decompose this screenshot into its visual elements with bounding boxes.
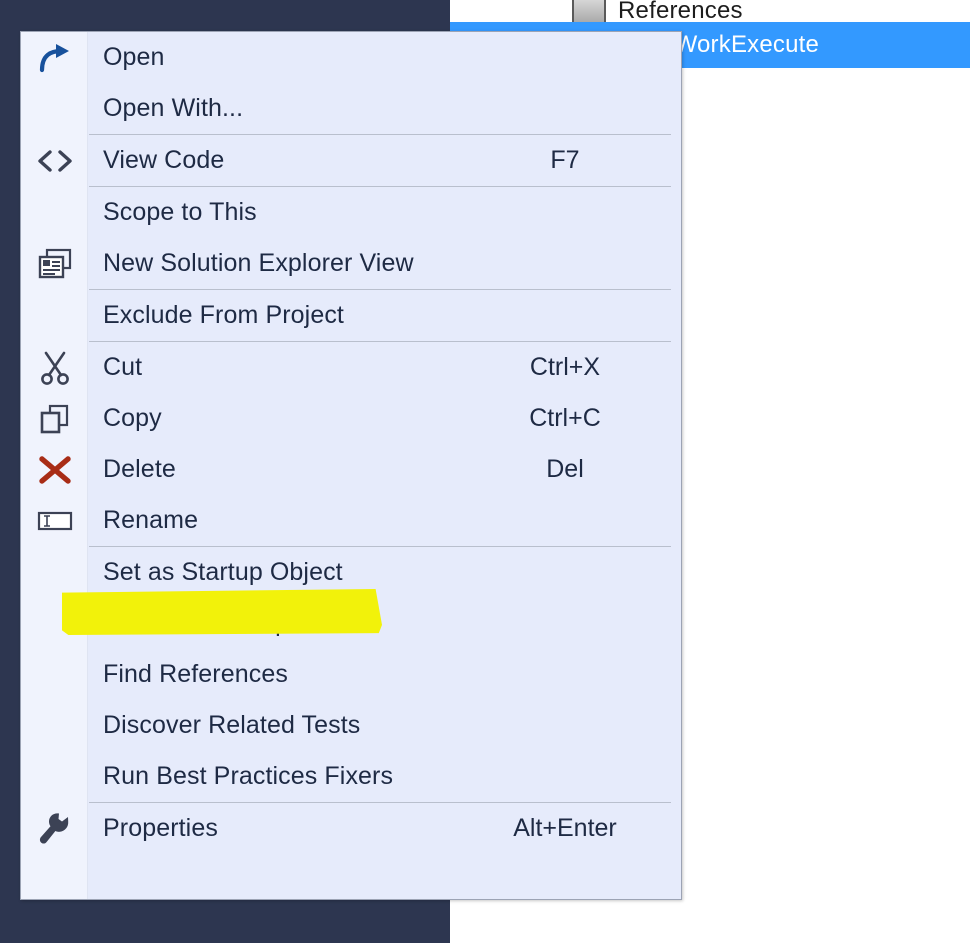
menu-item-label: Discover Related Tests: [103, 711, 361, 739]
menu-item-open-with[interactable]: Open With...: [21, 83, 681, 134]
menu-item-label: New Solution Explorer View: [103, 249, 414, 277]
menu-item-label: Open With...: [103, 94, 244, 122]
menu-item-shortcut: Del: [546, 455, 584, 483]
new-view-icon: [35, 244, 75, 284]
delete-x-icon: [35, 450, 75, 490]
menu-item-label: Scope to This: [103, 198, 257, 226]
menu-item-label: View Code: [103, 146, 225, 174]
menu-item-rename[interactable]: Rename: [21, 495, 681, 546]
menu-item-scope-to-this[interactable]: Scope to This: [21, 187, 681, 238]
menu-item-shortcut: Ctrl+C: [529, 404, 601, 432]
menu-item-delete[interactable]: Delete Del: [21, 444, 681, 495]
menu-item-label: Cut: [103, 353, 143, 381]
menu-item-label: Delete: [103, 455, 176, 483]
menu-item-label: Exclude From Project: [103, 301, 344, 329]
tree-item-references[interactable]: References: [450, 0, 970, 25]
menu-item-properties[interactable]: Properties Alt+Enter: [21, 803, 681, 854]
menu-item-label: Find References: [103, 660, 288, 688]
menu-item-label: Copy: [103, 404, 162, 432]
screenshot-root: References WHSWorkExecute Open Open With…: [0, 0, 970, 943]
menu-item-label: Advanced Compare...: [103, 609, 347, 637]
menu-item-shortcut: F7: [550, 146, 580, 174]
menu-item-label: Open: [103, 43, 165, 71]
rename-icon: [35, 501, 75, 541]
menu-item-view-code[interactable]: View Code F7: [21, 135, 681, 186]
menu-item-cut[interactable]: Cut Ctrl+X: [21, 342, 681, 393]
menu-item-discover-related-tests[interactable]: Discover Related Tests: [21, 700, 681, 751]
menu-item-label: Properties: [103, 814, 218, 842]
menu-item-label: Rename: [103, 506, 199, 534]
context-menu: Open Open With... View Code F7 Scope to …: [20, 31, 682, 900]
wrench-icon: [35, 809, 75, 849]
menu-item-shortcut: Ctrl+X: [529, 353, 601, 381]
menu-item-label: Set as Startup Object: [103, 558, 343, 586]
menu-item-advanced-compare[interactable]: Advanced Compare...: [21, 598, 681, 649]
menu-item-set-as-startup-object[interactable]: Set as Startup Object: [21, 547, 681, 598]
menu-item-run-best-practices-fixers[interactable]: Run Best Practices Fixers: [21, 751, 681, 802]
menu-item-shortcut: Alt+Enter: [513, 814, 617, 842]
view-code-icon: [35, 141, 75, 181]
menu-item-open[interactable]: Open: [21, 32, 681, 83]
open-arrow-icon: [35, 38, 75, 78]
scissors-icon: [35, 348, 75, 388]
menu-item-find-references[interactable]: Find References: [21, 649, 681, 700]
context-menu-items: Open Open With... View Code F7 Scope to …: [21, 32, 681, 899]
menu-item-new-solution-explorer-view[interactable]: New Solution Explorer View: [21, 238, 681, 289]
menu-item-exclude-from-project[interactable]: Exclude From Project: [21, 290, 681, 341]
menu-item-copy[interactable]: Copy Ctrl+C: [21, 393, 681, 444]
menu-item-label: Run Best Practices Fixers: [103, 762, 394, 790]
copy-icon: [35, 399, 75, 439]
